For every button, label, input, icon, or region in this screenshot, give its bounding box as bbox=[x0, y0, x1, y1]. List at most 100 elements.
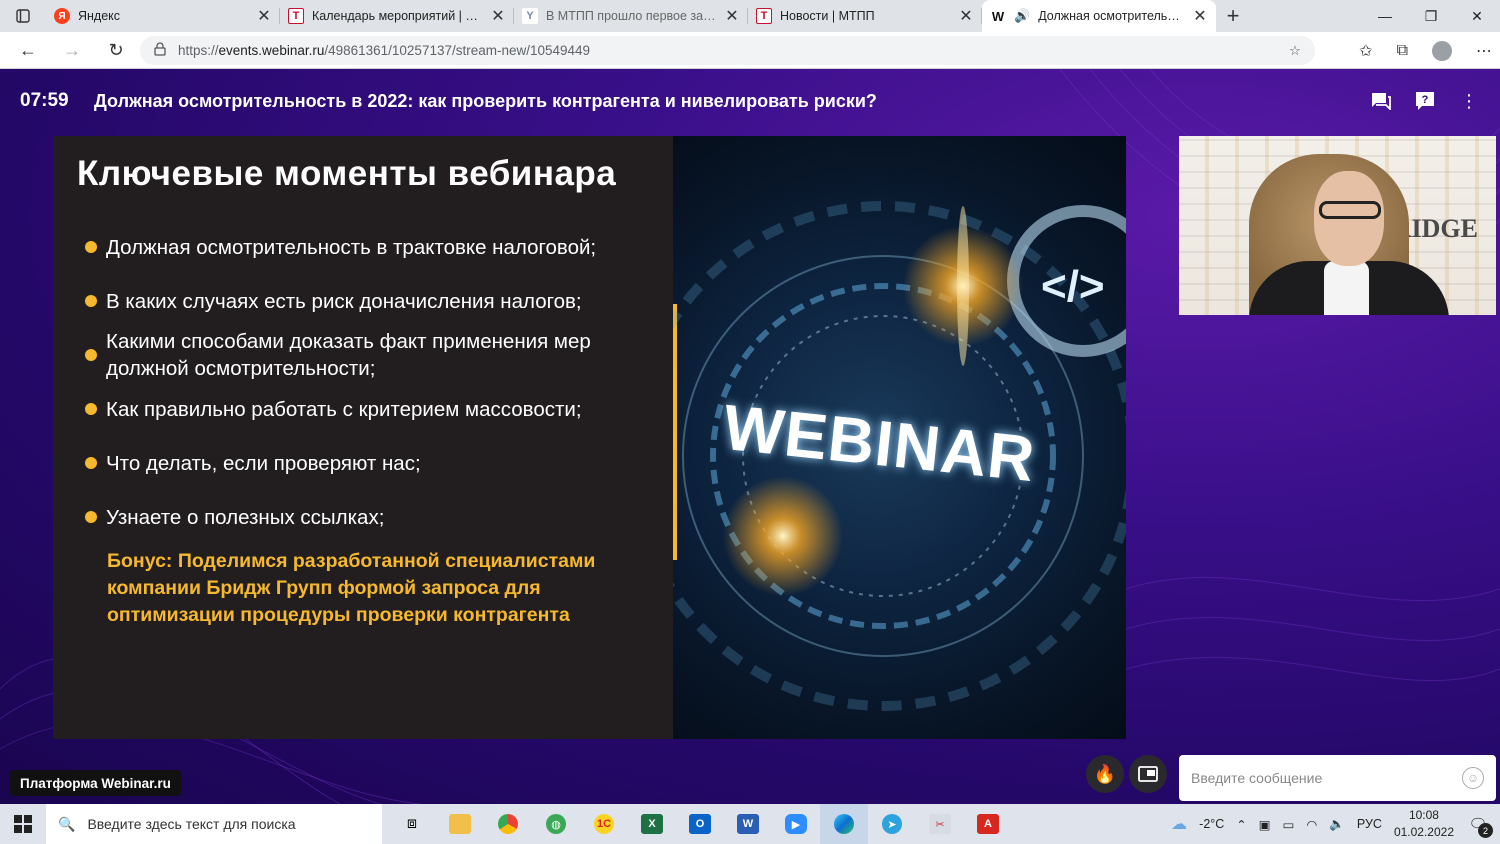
picture-in-picture-button[interactable] bbox=[1129, 755, 1167, 793]
browser-tab-meeting[interactable]: Y В МТПП прошло первое заседание ✕ bbox=[514, 0, 748, 32]
1c-button[interactable]: 1С bbox=[580, 804, 628, 844]
speaker-camera-video[interactable]: RIDGE bbox=[1179, 136, 1496, 315]
volume-icon[interactable]: 🔈 bbox=[1329, 817, 1345, 832]
webinar-timer: 07:59 bbox=[20, 90, 69, 111]
weather-temperature[interactable]: -2°C bbox=[1199, 817, 1224, 831]
taskbar-search[interactable]: 🔍 Введите здесь текст для поиска bbox=[46, 804, 382, 844]
bullet-dot-icon bbox=[85, 511, 97, 523]
more-menu-icon[interactable]: ⋮ bbox=[1458, 90, 1480, 112]
slide-bullet-list: Должная осмотрительность в трактовке нал… bbox=[77, 220, 649, 544]
notifications-button[interactable]: 🗨 2 bbox=[1466, 813, 1493, 838]
outlook-icon: O bbox=[689, 814, 711, 834]
chat-icon[interactable] bbox=[1370, 90, 1392, 112]
questions-icon[interactable]: ? bbox=[1414, 90, 1436, 112]
file-explorer-button[interactable] bbox=[436, 804, 484, 844]
tab-title: Яндекс bbox=[78, 9, 121, 23]
wifi-icon[interactable]: ◠ bbox=[1306, 817, 1317, 832]
platform-badge[interactable]: Платформа Webinar.ru bbox=[10, 770, 181, 796]
bullet-text: В каких случаях есть риск доначисления н… bbox=[106, 289, 582, 313]
scissors-icon: ✂ bbox=[929, 814, 951, 834]
chrome-icon bbox=[498, 814, 518, 834]
restore-icon[interactable]: ❐ bbox=[1408, 0, 1454, 32]
list-item: Узнаете о полезных ссылках; bbox=[77, 490, 649, 544]
excel-icon: X bbox=[641, 814, 663, 834]
close-window-icon[interactable]: ✕ bbox=[1454, 0, 1500, 32]
pip-icon bbox=[1138, 766, 1158, 782]
emoji-icon[interactable]: ☺ bbox=[1462, 767, 1484, 789]
list-item: Что делать, если проверяют нас; bbox=[77, 436, 649, 490]
weather-cloud-icon[interactable]: ☁ bbox=[1171, 814, 1187, 834]
chat-message-input[interactable] bbox=[1191, 770, 1462, 786]
list-item: Как правильно работать с критерием массо… bbox=[77, 382, 649, 436]
tab-close-icon[interactable]: ✕ bbox=[724, 6, 740, 26]
favorites-icon[interactable]: ✩ bbox=[1359, 41, 1372, 61]
bullet-dot-icon bbox=[85, 349, 97, 361]
battery-icon[interactable]: ▭ bbox=[1283, 817, 1295, 832]
zoom-button[interactable]: ▶ bbox=[772, 804, 820, 844]
outlook-button[interactable]: O bbox=[676, 804, 724, 844]
mtpp-favicon-icon: Y bbox=[522, 8, 538, 24]
telegram-button[interactable]: ➤ bbox=[868, 804, 916, 844]
tab-close-icon[interactable]: ✕ bbox=[958, 6, 974, 26]
snipping-tool-button[interactable]: ✂ bbox=[916, 804, 964, 844]
slide-heading: Ключевые моменты вебинара bbox=[77, 154, 617, 193]
webinar-header: 07:59 Должная осмотрительность в 2022: к… bbox=[20, 89, 1480, 113]
task-view-button[interactable]: ⧈ bbox=[388, 804, 436, 844]
browser-tab-yandex[interactable]: Я Яндекс ✕ bbox=[46, 0, 280, 32]
address-bar[interactable]: https://events.webinar.ru/49861361/10257… bbox=[140, 36, 1315, 65]
tab-close-icon[interactable]: ✕ bbox=[490, 6, 506, 26]
slide-image-panel: </> WEBINAR bbox=[673, 136, 1126, 739]
bullet-dot-icon bbox=[85, 403, 97, 415]
tab-close-icon[interactable]: ✕ bbox=[1192, 6, 1208, 26]
minimize-icon[interactable]: — bbox=[1362, 0, 1408, 32]
bullet-text: Узнаете о полезных ссылках; bbox=[106, 505, 385, 529]
slide-bonus-text: Бонус: Поделимся разработанной специалис… bbox=[107, 550, 596, 626]
globe-app-button[interactable]: ◍ bbox=[532, 804, 580, 844]
input-language[interactable]: РУС bbox=[1357, 817, 1382, 831]
svg-text:?: ? bbox=[1422, 94, 1429, 106]
tab-actions-button[interactable] bbox=[0, 0, 46, 32]
bullet-text: Что делать, если проверяют нас; bbox=[106, 451, 421, 475]
back-button[interactable]: ← bbox=[6, 40, 50, 61]
browser-tab-webinar[interactable]: W 🔊 Должная осмотрительность ✕ bbox=[982, 0, 1216, 32]
clock-date: 01.02.2022 bbox=[1393, 825, 1454, 839]
browser-tab-calendar[interactable]: Т Календарь мероприятий | МТПП ✕ bbox=[280, 0, 514, 32]
tab-close-icon[interactable]: ✕ bbox=[256, 6, 272, 26]
zoom-icon: ▶ bbox=[785, 814, 807, 834]
audio-playing-icon[interactable]: 🔊 bbox=[1014, 8, 1030, 24]
edge-icon bbox=[834, 814, 854, 834]
presentation-slide: Ключевые моменты вебинара Должная осмотр… bbox=[53, 136, 1126, 739]
bullet-dot-icon bbox=[85, 241, 97, 253]
window-controls: — ❐ ✕ bbox=[1362, 0, 1500, 32]
bullet-text: Как правильно работать с критерием массо… bbox=[106, 397, 582, 421]
taskbar-clock[interactable]: 10:08 01.02.2022 bbox=[1394, 807, 1454, 841]
word-button[interactable]: W bbox=[724, 804, 772, 844]
security-icon[interactable]: ▣ bbox=[1259, 817, 1271, 832]
excel-button[interactable]: X bbox=[628, 804, 676, 844]
tab-actions-icon bbox=[16, 9, 30, 23]
browser-tab-strip: Я Яндекс ✕ Т Календарь мероприятий | МТП… bbox=[0, 0, 1500, 32]
new-tab-button[interactable]: + bbox=[1216, 0, 1250, 32]
webinar-favicon-icon: W bbox=[991, 8, 1005, 24]
lock-icon[interactable] bbox=[154, 42, 166, 59]
reaction-button[interactable]: 🔥 bbox=[1086, 755, 1124, 793]
edge-button[interactable] bbox=[820, 804, 868, 844]
profile-avatar[interactable] bbox=[1432, 40, 1452, 61]
more-options-icon[interactable]: ⋯ bbox=[1476, 41, 1492, 61]
acrobat-button[interactable]: A bbox=[964, 804, 1012, 844]
browser-tab-news[interactable]: Т Новости | МТПП ✕ bbox=[748, 0, 982, 32]
tab-title: В МТПП прошло первое заседание bbox=[546, 9, 716, 23]
list-item: В каких случаях есть риск доначисления н… bbox=[77, 274, 649, 328]
tab-title: Новости | МТПП bbox=[780, 9, 875, 23]
add-favorite-icon[interactable]: ☆ bbox=[1289, 43, 1301, 59]
url-text: https://events.webinar.ru/49861361/10257… bbox=[178, 43, 590, 58]
chrome-button[interactable] bbox=[484, 804, 532, 844]
collections-icon[interactable]: ⧉ bbox=[1397, 42, 1408, 60]
reload-button[interactable]: ↻ bbox=[94, 40, 138, 61]
word-icon: W bbox=[737, 814, 759, 834]
show-hidden-icons-icon[interactable]: ⌃ bbox=[1236, 817, 1246, 832]
forward-button[interactable]: → bbox=[50, 40, 94, 61]
chat-message-box[interactable]: ☺ bbox=[1179, 755, 1496, 801]
taskbar-search-placeholder: Введите здесь текст для поиска bbox=[87, 816, 296, 832]
start-button[interactable] bbox=[0, 804, 46, 844]
